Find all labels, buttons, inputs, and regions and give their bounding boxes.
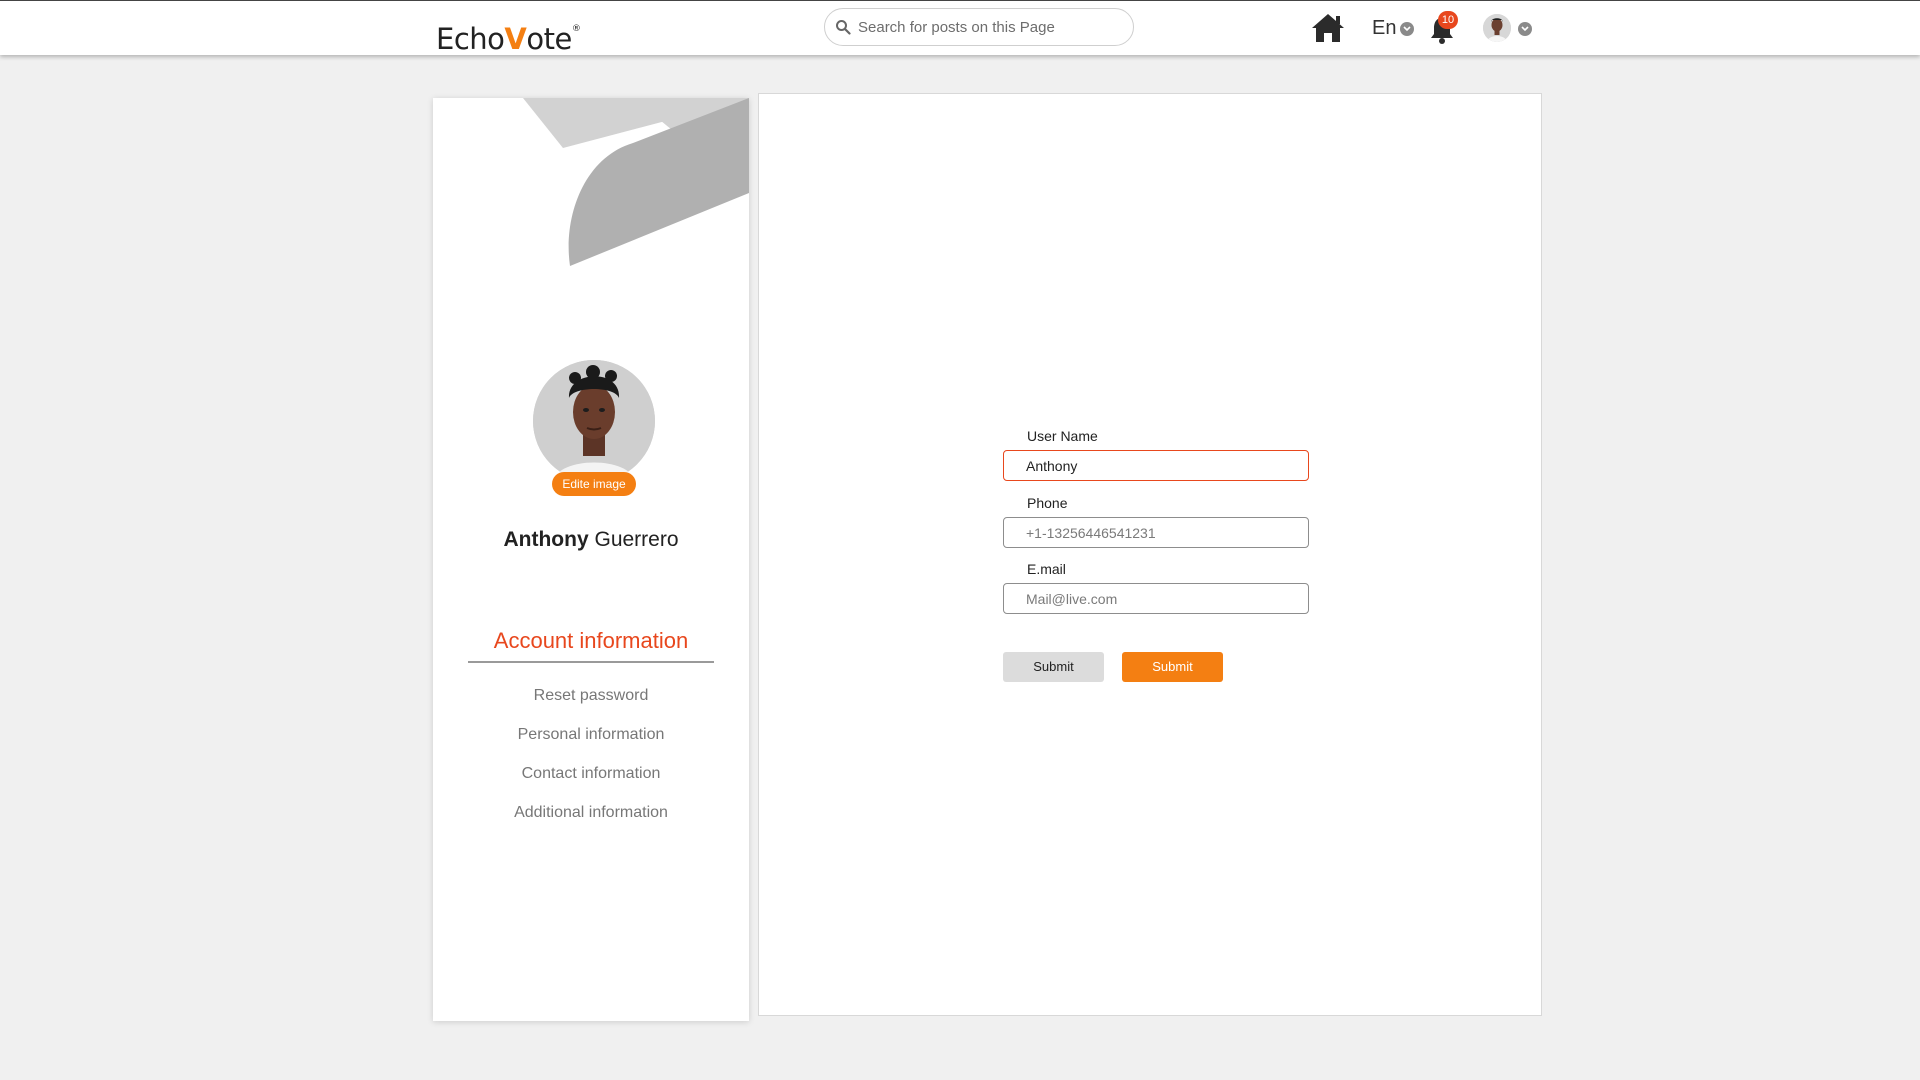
decorative-shape [523, 98, 749, 266]
profile-card: Edite image Anthony Guerrero Account inf… [433, 98, 749, 1021]
account-form-panel: User Name Phone E.mail Submit Submit [758, 93, 1542, 1016]
user-full-name: Anthony Guerrero [503, 528, 679, 551]
email-field[interactable] [1003, 583, 1309, 614]
phone-input[interactable] [1026, 518, 1296, 547]
active-underline [468, 661, 714, 663]
email-label: E.mail [1027, 561, 1066, 577]
email-input[interactable] [1026, 584, 1296, 613]
chevron-down-icon[interactable] [1400, 22, 1414, 36]
sidebar-item-personal-information[interactable]: Personal information [433, 715, 749, 754]
username-label: User Name [1027, 428, 1098, 444]
sidebar-item-contact-information[interactable]: Contact information [433, 754, 749, 793]
search-bar[interactable] [824, 8, 1134, 46]
phone-label: Phone [1027, 495, 1068, 511]
username-field[interactable] [1003, 450, 1309, 481]
sidebar-item-account-information[interactable]: Account information [433, 628, 749, 654]
edit-image-button[interactable]: Edite image [552, 472, 636, 496]
submit-button-secondary[interactable]: Submit [1003, 652, 1104, 682]
sidebar-item-additional-information[interactable]: Additional information [433, 793, 749, 832]
top-navigation-bar: EchoVote® En 10 [0, 0, 1920, 55]
submit-button-primary[interactable]: Submit [1122, 652, 1223, 682]
logo[interactable]: EchoVote® [436, 13, 581, 55]
account-menu: Reset password Personal information Cont… [433, 676, 749, 832]
avatar-image [1483, 14, 1511, 42]
username-input[interactable] [1026, 451, 1296, 480]
language-selector[interactable]: En [1372, 17, 1396, 40]
home-icon[interactable] [1310, 12, 1346, 44]
search-input[interactable] [858, 9, 1118, 45]
sidebar-item-reset-password[interactable]: Reset password [433, 676, 749, 715]
phone-field[interactable] [1003, 517, 1309, 548]
avatar[interactable] [1483, 14, 1511, 42]
chevron-down-icon[interactable] [1518, 22, 1532, 36]
profile-photo [533, 360, 655, 482]
notification-badge: 10 [1438, 11, 1458, 29]
search-icon [836, 20, 851, 35]
